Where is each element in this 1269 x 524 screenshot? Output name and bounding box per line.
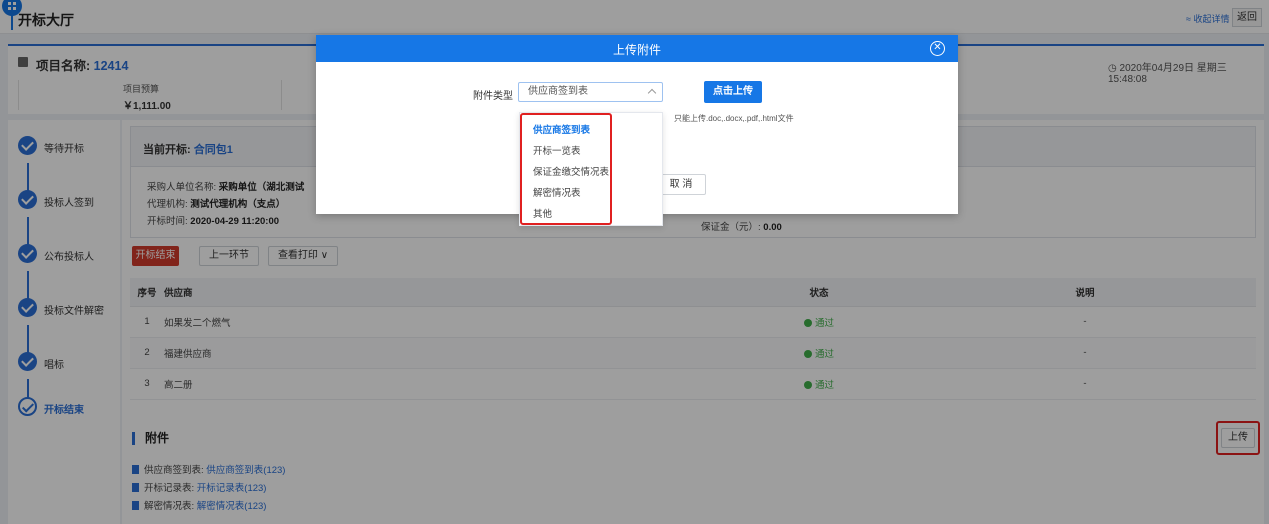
select-value: 供应商签到表 — [528, 86, 588, 97]
file-type-hint: 只能上传.doc,.docx,.pdf,.html文件 — [674, 114, 794, 123]
chevron-up-icon — [647, 88, 657, 98]
click-upload-button[interactable]: 点击上传 — [704, 81, 762, 103]
close-icon[interactable]: ✕ — [930, 41, 945, 56]
highlight-box-dropdown — [520, 113, 612, 225]
attachment-type-select[interactable]: 供应商签到表 — [518, 82, 663, 102]
cancel-button[interactable]: 取 消 — [656, 174, 706, 195]
attachment-type-label: 附件类型 — [473, 91, 513, 102]
modal-header: 上传附件 ✕ — [316, 35, 958, 62]
modal-title: 上传附件 — [612, 43, 661, 57]
